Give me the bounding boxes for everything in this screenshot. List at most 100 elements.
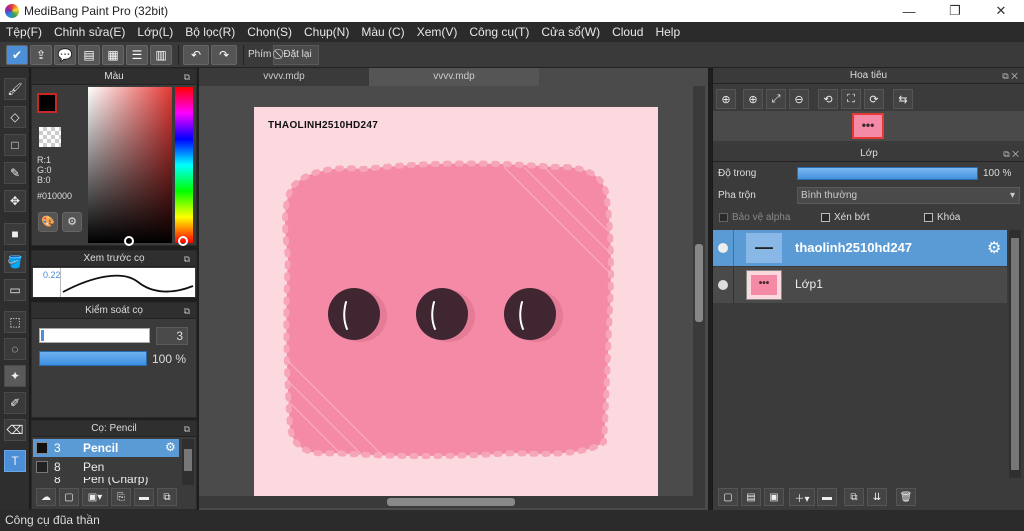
menu-cloud[interactable]: Cloud [606,25,649,39]
layer-row-selected[interactable]: ▬▬▬ thaolinh2510hd247 ⚙ [713,230,1007,266]
duplicate-layer-icon[interactable]: ⧉ [844,488,864,506]
merge-layer-icon[interactable]: ⇊ [867,488,887,506]
maximize-button[interactable]: ❐ [932,0,978,22]
layer-visibility-icon[interactable] [718,243,728,253]
palette-icon[interactable]: 🎨 [38,212,58,232]
layer-settings-gear-icon[interactable]: ⚙ [987,238,1001,258]
redo-icon[interactable]: ↷ [211,44,237,65]
color-picker-cursor[interactable] [124,236,134,246]
reset-button[interactable]: ⃠ Đặt lại [273,44,319,65]
bucket-tool-icon[interactable]: 🪣 [4,251,26,273]
layer-folder-icon[interactable]: ▬ [817,488,837,506]
layer-opacity-slider[interactable] [797,167,978,180]
minimize-button[interactable]: — [886,0,932,22]
lock-checkbox[interactable]: Khóa [924,212,960,223]
speech-bubble-icon[interactable]: 💬 [54,44,76,65]
menu-view[interactable]: Xem(V) [411,25,464,39]
share-icon[interactable]: ⇪ [30,44,52,65]
brush-size-slider[interactable] [39,328,150,343]
eraser-tool-icon[interactable]: ◇ [4,106,26,128]
menu-help[interactable]: Help [649,25,686,39]
saturation-value-square[interactable] [88,87,172,243]
transparent-swatch[interactable] [39,127,61,147]
text-tool-icon[interactable]: T [4,450,26,472]
panel-popout-icon[interactable]: ⧉ ✕ [1002,68,1018,84]
layer-row[interactable]: ••• Lớp1 [713,267,1007,303]
new-brush-icon[interactable]: ▢ [59,488,79,506]
undo-icon[interactable]: ↶ [183,44,209,65]
fill-rect-tool-icon[interactable]: ■ [4,223,26,245]
move-tool-icon[interactable]: ✥ [4,190,26,212]
flip-horizontal-icon[interactable]: ⇆ [893,89,913,109]
add-brush-menu-icon[interactable]: ▣▾ [82,488,108,506]
menu-color[interactable]: Màu (C) [355,25,410,39]
new-layer-icon[interactable]: ▢ [718,488,738,506]
document-tab-active[interactable]: vvvv.mdp [369,68,539,86]
brush-list-scrollbar[interactable] [182,439,194,485]
rotate-left-icon[interactable]: ⟲ [818,89,838,109]
navigator-thumbnail[interactable]: ••• [852,113,884,139]
menu-capture[interactable]: Chụp(N) [298,25,355,39]
menu-layer[interactable]: Lớp(L) [131,25,179,39]
lasso-tool-icon[interactable]: ◌ [4,338,26,360]
cloud-check-icon[interactable]: ✔ [6,44,28,65]
panel-popout-icon[interactable]: ⧉ [184,303,190,319]
brush-list-item[interactable]: 3 Pencil ⚙ [33,439,179,457]
brush-duplicate-icon[interactable]: ⧉ [157,488,177,506]
vertical-scroll-thumb[interactable] [695,244,703,322]
fit-window-icon[interactable]: ⤢ [766,89,786,109]
foreground-color-swatch[interactable] [37,93,57,113]
panel-popout-icon[interactable]: ⧉ [184,421,190,437]
menu-window[interactable]: Cửa sổ(W) [535,25,606,39]
document-tab[interactable]: vvvv.mdp [199,68,369,86]
clipping-checkbox[interactable]: Xén bớt [821,212,869,223]
brush-settings-gear-icon[interactable]: ⚙ [165,440,176,454]
cloud-brush-icon[interactable]: ☁ [36,488,56,506]
hue-slider-handle[interactable] [178,236,188,246]
select-eraser-tool-icon[interactable]: ⌫ [4,419,26,441]
delete-layer-icon[interactable]: 🗑 [896,488,916,506]
zoom-in-alt-icon[interactable]: ⊕ [743,89,763,109]
navigator-preview[interactable]: ••• [713,111,1024,141]
protect-alpha-checkbox[interactable]: Bảo vệ alpha [719,212,790,223]
drawing-canvas[interactable]: THAOLINH2510HD247 [254,107,658,496]
menu-filter[interactable]: Bộ lọc(R) [179,25,241,39]
add-layer-menu-icon[interactable]: ＋▾ [789,488,815,506]
canvas-vertical-scrollbar[interactable] [693,86,705,496]
palette-settings-icon[interactable]: ⚙ [62,212,82,232]
shape-tool-icon[interactable]: □ [4,134,26,156]
brush-list-item[interactable]: 8 Pen (Charp) [33,477,179,485]
brush-list-scroll-thumb[interactable] [184,449,192,471]
fit-screen-icon[interactable]: ⛶ [841,89,861,109]
brush-list-item[interactable]: 8 Pen [33,458,179,476]
new-1bit-layer-icon[interactable]: ▣ [764,488,784,506]
menu-edit[interactable]: Chỉnh sửa(E) [48,25,131,39]
horizontal-scroll-thumb[interactable] [387,498,515,506]
blend-mode-select[interactable]: Bình thường ▾ [797,187,1020,204]
comment-icon[interactable]: ▤ [78,44,100,65]
menu-file[interactable]: Tệp(F) [0,25,48,39]
layer-visibility-icon[interactable] [718,280,728,290]
menu-tools[interactable]: Công cụ(T) [463,25,535,39]
zoom-out-icon[interactable]: ⊖ [789,89,809,109]
brush-size-input[interactable]: 3 [156,327,188,345]
close-button[interactable]: ✕ [978,0,1024,22]
canvas-horizontal-scrollbar[interactable] [199,496,705,508]
hue-slider[interactable] [175,87,193,243]
brush-copy-icon[interactable]: ⎘ [111,488,131,506]
dot-tool-icon[interactable]: ✎ [4,162,26,184]
new-halftone-layer-icon[interactable]: ▤ [741,488,761,506]
select-pen-tool-icon[interactable]: ✐ [4,392,26,414]
page-icon[interactable]: ▦ [102,44,124,65]
rotate-right-icon[interactable]: ⟳ [864,89,884,109]
list-icon[interactable]: ☰ [126,44,148,65]
grid-icon[interactable]: ▥ [150,44,172,65]
brush-tool-icon[interactable]: 🖌 [4,78,26,100]
brush-opacity-slider[interactable] [39,351,147,366]
magic-wand-tool-icon[interactable]: ✦ [4,365,26,387]
menu-select[interactable]: Chọn(S) [241,25,298,39]
brush-folder-icon[interactable]: ▬ [134,488,154,506]
panel-popout-icon[interactable]: ⧉ [184,69,190,85]
layer-scroll-thumb[interactable] [1011,238,1019,470]
panel-popout-icon[interactable]: ⧉ [184,251,190,267]
